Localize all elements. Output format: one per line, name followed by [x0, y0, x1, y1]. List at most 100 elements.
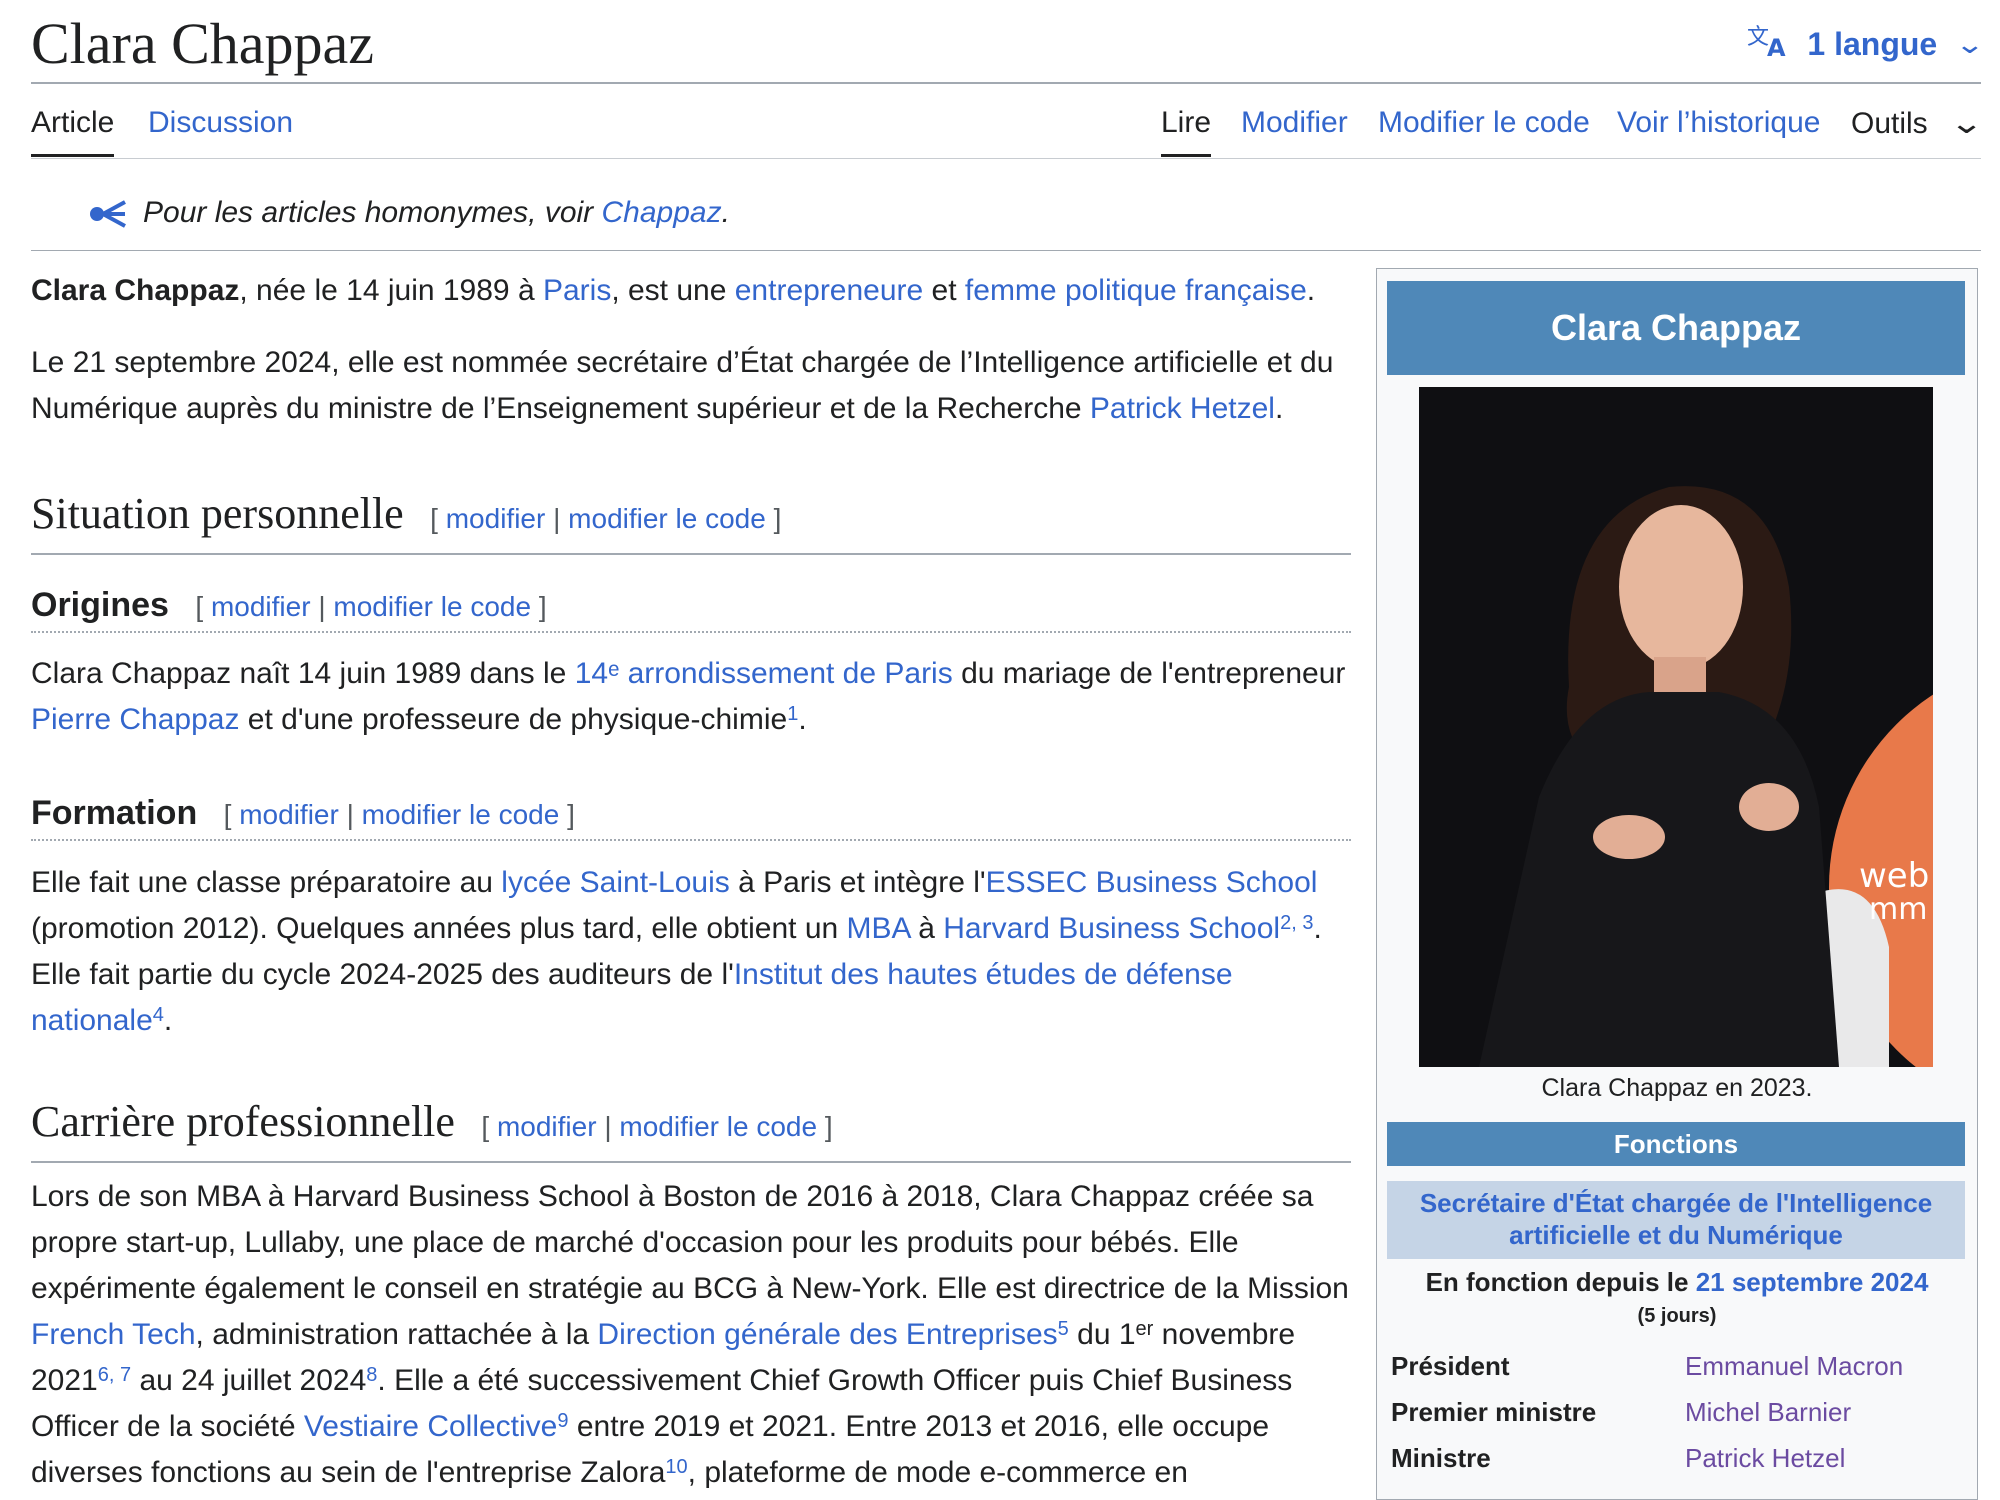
hatnote: Pour les articles homonymes, voir Chappa…: [31, 180, 1981, 251]
svg-text:web: web: [1859, 856, 1929, 896]
section-edit-links: [ modifier | modifier le code ]: [223, 799, 575, 830]
reference-9[interactable]: 9: [557, 1410, 568, 1432]
text: , née le 14 juin 1989 à: [239, 274, 543, 307]
row-value-link[interactable]: Patrick Hetzel: [1685, 1443, 1845, 1474]
infobox-caption: Clara Chappaz en 2023.: [1541, 1074, 1813, 1102]
formation-paragraph: Elle fait une classe préparatoire au lyc…: [31, 860, 1351, 1044]
svg-text:文: 文: [1747, 25, 1769, 50]
link-essec[interactable]: ESSEC Business School: [986, 866, 1318, 899]
section-edit-links: [ modifier | modifier le code ]: [481, 1111, 833, 1142]
reference-8[interactable]: 8: [366, 1364, 377, 1386]
ordinal-suffix: er: [1135, 1318, 1154, 1340]
row-label: Ministre: [1391, 1443, 1491, 1473]
page-header: Clara Chappaz 文 A 1 langue ⌄: [31, 0, 1985, 84]
text: Lors de son MBA à Harvard Business Schoo…: [31, 1180, 1349, 1305]
reference-2-3[interactable]: 2, 3: [1280, 912, 1313, 934]
heading-text: Carrière professionnelle: [31, 1097, 455, 1146]
text: , administration rattachée à la: [195, 1318, 598, 1351]
row-label: Président: [1391, 1351, 1510, 1381]
language-button[interactable]: 文 A 1 langue ⌄: [1747, 22, 1985, 67]
heading-text: Origines: [31, 586, 169, 624]
tools-menu[interactable]: Outils ⌄: [1851, 106, 1984, 155]
edit-source-link[interactable]: modifier le code: [333, 591, 531, 622]
edit-source-link[interactable]: modifier le code: [568, 503, 766, 534]
disambiguation-icon: [87, 196, 129, 236]
infobox-office-link[interactable]: Secrétaire d'État chargée de l'Intellige…: [1387, 1181, 1965, 1259]
row-value-link[interactable]: Michel Barnier: [1685, 1397, 1851, 1428]
svg-text:mm: mm: [1869, 892, 1927, 927]
since-date-link[interactable]: 21 septembre 2024: [1696, 1267, 1929, 1297]
link-lycee-saint-louis[interactable]: lycée Saint-Louis: [501, 866, 729, 899]
section-heading-origines: Origines [ modifier | modifier le code ]: [31, 586, 1351, 633]
text: Clara Chappaz naît 14 juin 1989 dans le: [31, 657, 575, 690]
tab-edit-source[interactable]: Modifier le code: [1378, 106, 1590, 154]
tab-edit[interactable]: Modifier: [1241, 106, 1348, 154]
reference-5[interactable]: 5: [1058, 1318, 1069, 1340]
text: .: [1306, 274, 1316, 307]
svg-text:A: A: [1767, 34, 1786, 58]
text: , plateforme de mode e-commerce en: [687, 1456, 1188, 1489]
link-politician[interactable]: femme politique française: [965, 274, 1307, 307]
reference-10[interactable]: 10: [665, 1456, 687, 1478]
infobox-photo[interactable]: web mm: [1419, 387, 1933, 1067]
section-edit-links: [ modifier | modifier le code ]: [430, 503, 782, 534]
row-value-link[interactable]: Emmanuel Macron: [1685, 1351, 1903, 1382]
hatnote-text: Pour les articles homonymes, voir Chappa…: [143, 196, 730, 230]
page-tabs: Article Discussion Lire Modifier Modifie…: [31, 82, 1984, 159]
text: .: [798, 703, 807, 736]
link-pierre-chappaz[interactable]: Pierre Chappaz: [31, 703, 239, 736]
hatnote-link[interactable]: Chappaz: [602, 196, 722, 229]
link-dge[interactable]: Direction générale des Entreprises: [597, 1318, 1057, 1351]
text: et: [923, 274, 965, 307]
edit-source-link[interactable]: modifier le code: [619, 1111, 817, 1142]
edit-link[interactable]: modifier: [239, 799, 339, 830]
text: (promotion 2012). Quelques années plus t…: [31, 912, 847, 945]
tab-article[interactable]: Article: [31, 106, 115, 157]
text: .: [1274, 392, 1284, 425]
text: du mariage de l'entrepreneur: [952, 657, 1346, 690]
link-entrepreneur[interactable]: entrepreneure: [735, 274, 923, 307]
intro-paragraph-1: Clara Chappaz, née le 14 juin 1989 à Par…: [31, 268, 1351, 314]
section-heading-formation: Formation [ modifier | modifier le code …: [31, 794, 1351, 841]
edit-link[interactable]: modifier: [497, 1111, 597, 1142]
tab-read[interactable]: Lire: [1161, 106, 1212, 157]
carriere-paragraph: Lors de son MBA à Harvard Business Schoo…: [31, 1174, 1351, 1496]
text: à: [909, 912, 944, 945]
chevron-down-icon: ⌄: [1954, 29, 1986, 59]
hatnote-suffix: .: [721, 196, 730, 229]
text: et d'une professeure de physique-chimie: [239, 703, 788, 736]
reference-4[interactable]: 4: [153, 1004, 164, 1026]
link-harvard-business-school[interactable]: Harvard Business School: [943, 912, 1280, 945]
hatnote-prefix: Pour les articles homonymes, voir: [143, 196, 602, 229]
origines-paragraph: Clara Chappaz naît 14 juin 1989 dans le …: [31, 651, 1351, 743]
edit-link[interactable]: modifier: [211, 591, 311, 622]
link-vestiaire-collective[interactable]: Vestiaire Collective: [304, 1410, 557, 1443]
infobox: Clara Chappaz web mm Clara Chappaz en 20…: [1376, 268, 1978, 1500]
tab-discussion[interactable]: Discussion: [148, 106, 293, 154]
text: à Paris et intègre l': [729, 866, 986, 899]
reference-1[interactable]: 1: [787, 703, 798, 725]
text: au 24 juillet 2024: [131, 1364, 367, 1397]
link-patrick-hetzel[interactable]: Patrick Hetzel: [1090, 392, 1275, 425]
link-14e-arrondissement[interactable]: 14ᵉ arrondissement de Paris: [575, 657, 953, 690]
text: .: [163, 1004, 173, 1037]
page-title: Clara Chappaz: [31, 11, 375, 76]
tab-history[interactable]: Voir l’historique: [1617, 106, 1820, 154]
link-paris[interactable]: Paris: [543, 274, 611, 307]
reference-6-7[interactable]: 6, 7: [98, 1364, 131, 1386]
infobox-title: Clara Chappaz: [1387, 281, 1965, 375]
section-edit-links: [ modifier | modifier le code ]: [195, 591, 547, 622]
heading-text: Formation: [31, 794, 198, 832]
row-label: Premier ministre: [1391, 1397, 1597, 1427]
section-heading-situation: Situation personnelle [ modifier | modif…: [31, 488, 1351, 555]
link-mba[interactable]: MBA: [847, 912, 910, 945]
chevron-down-icon: ⌄: [1949, 107, 1985, 140]
infobox-in-office-since: En fonction depuis le 21 septembre 2024: [1377, 1267, 1977, 1298]
intro-paragraph-2: Le 21 septembre 2024, elle est nommée se…: [31, 340, 1351, 432]
edit-source-link[interactable]: modifier le code: [362, 799, 560, 830]
edit-link[interactable]: modifier: [446, 503, 546, 534]
subject-name: Clara Chappaz: [31, 274, 240, 307]
text: Elle fait une classe préparatoire au: [31, 866, 502, 899]
infobox-days: (5 jours): [1637, 1305, 1717, 1327]
link-french-tech[interactable]: French Tech: [31, 1318, 196, 1351]
